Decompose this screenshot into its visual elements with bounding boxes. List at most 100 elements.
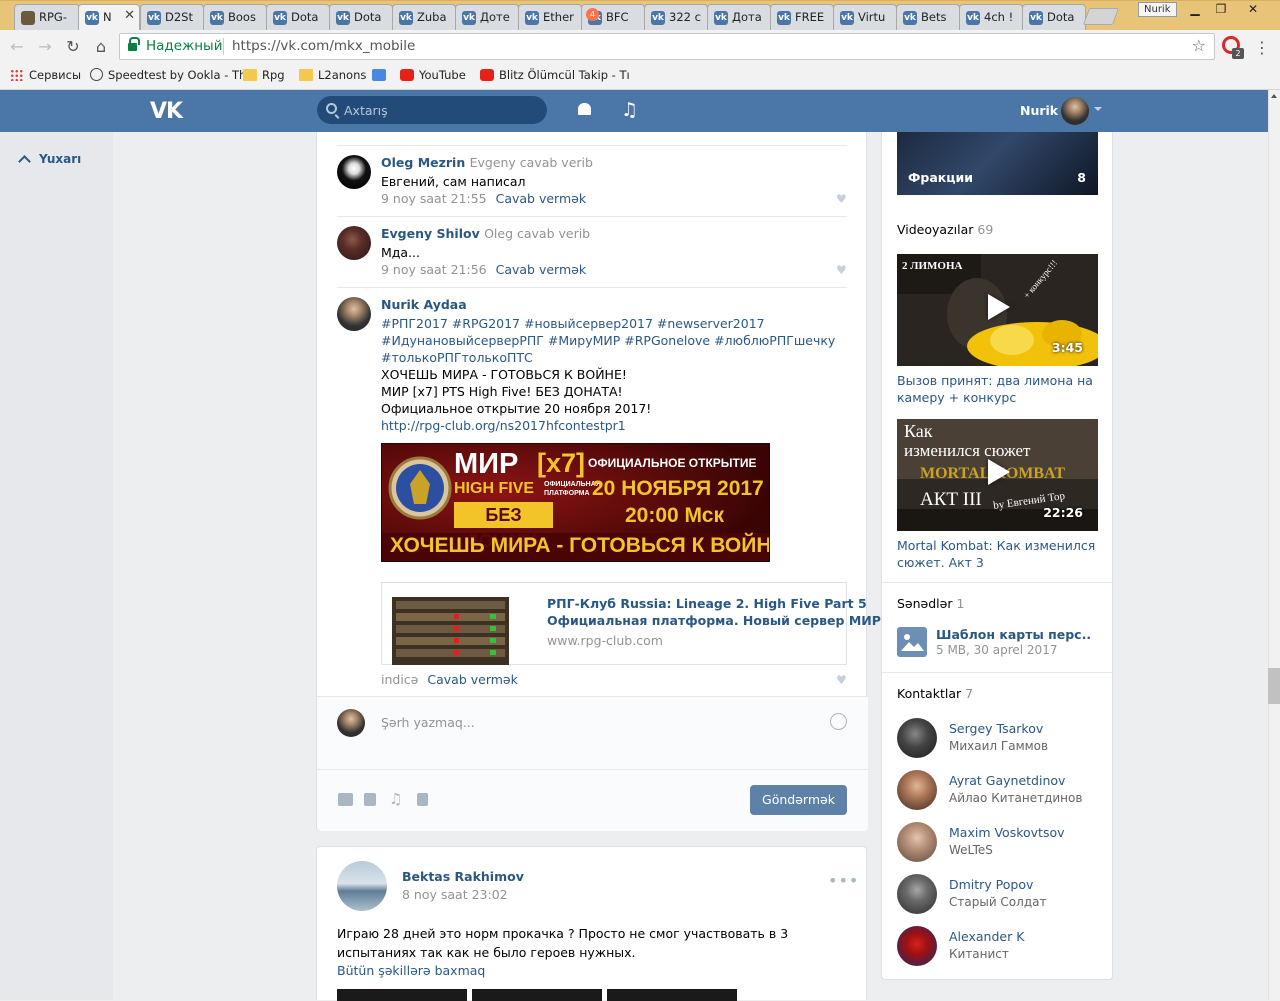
hashtags-line[interactable]: #ИдунановыйсерверРПГ #МируМИР #RPGonelov… <box>381 332 835 349</box>
contacts-section-header[interactable]: Kontaktlar 7 <box>897 686 973 701</box>
bookmark-speedtest[interactable]: Speedtest by Ookla - Th <box>90 68 246 82</box>
browser-tab-active[interactable]: vk N ✕ <box>78 4 140 30</box>
reply-link[interactable]: Cavab vermək <box>496 191 586 206</box>
browser-tab[interactable]: vk Bets <box>896 4 960 30</box>
show-all-images-link[interactable]: Bütün şəkillərə baxmaq <box>337 963 485 978</box>
video-title[interactable]: Вызов принят: два лимона на камеру + кон… <box>897 372 1097 406</box>
contact-avatar[interactable] <box>897 718 937 758</box>
bookmark-blitz[interactable]: Blitz Ölümcül Takip - Tı <box>480 68 630 82</box>
video-title[interactable]: Mortal Kombat: Как изменился сюжет. Акт … <box>897 537 1097 571</box>
audio-note-icon[interactable]: ♫ <box>389 792 402 807</box>
contact-avatar[interactable] <box>897 874 937 914</box>
scroll-to-top-button[interactable]: Yuxarı <box>18 152 81 168</box>
browser-tab[interactable]: vk Boos <box>203 4 267 30</box>
hashtags-line[interactable]: #РПГ2017 #RPG2017 #новыйсервер2017 #news… <box>381 315 835 332</box>
post-image[interactable] <box>472 989 602 1001</box>
send-comment-button[interactable]: Göndərmək <box>750 785 847 815</box>
contact-item[interactable]: Maxim Voskovtsov WeLTeS <box>897 822 1107 862</box>
fractions-album[interactable]: Фракции 8 <box>897 132 1098 195</box>
composer-avatar[interactable] <box>337 709 365 737</box>
like-heart-icon[interactable]: ♥ <box>836 264 847 276</box>
post-image[interactable] <box>607 989 737 1001</box>
new-tab-button[interactable] <box>1082 8 1120 25</box>
like-heart-icon[interactable]: ♥ <box>836 674 847 686</box>
bookmark-folder-l2anons[interactable]: L2anons <box>299 68 366 82</box>
scrollbar-thumb[interactable] <box>1268 668 1280 704</box>
home-icon[interactable]: ⌂ <box>90 36 112 58</box>
hashtags-line[interactable]: #толькоРПГтолькоПТС <box>381 349 835 366</box>
promo-banner-image[interactable]: МИР [x7] ОФИЦИАЛЬНОЕ ОТКРЫТИЕ HIGH FIVE … <box>381 443 770 562</box>
bookmark-folder-rpg[interactable]: Rpg <box>243 68 285 82</box>
music-note-icon[interactable]: ♫ <box>621 99 638 121</box>
image-document-icon[interactable] <box>897 627 927 657</box>
videos-section-header[interactable]: Videoyazılar 69 <box>897 222 993 237</box>
comment-avatar[interactable] <box>337 297 371 331</box>
notifications-bell-icon[interactable] <box>577 102 592 117</box>
browser-tab[interactable]: vk FREE <box>770 4 834 30</box>
browser-tab[interactable]: vk Virtu <box>833 4 897 30</box>
contact-item[interactable]: Ayrat Gaynetdinov Айлао Китанетдинов <box>897 770 1107 810</box>
minimize-icon[interactable]: ▁ <box>1182 1 1208 18</box>
vk-logo[interactable]: VK <box>150 99 183 124</box>
emoji-smile-icon[interactable] <box>830 713 847 730</box>
contact-item[interactable]: Dmitry Popov Старый Солдат <box>897 874 1107 914</box>
contact-avatar[interactable] <box>897 822 937 862</box>
scroll-up-arrow-icon[interactable] <box>1271 94 1277 98</box>
header-username[interactable]: Nurik <box>1020 103 1058 118</box>
docs-section-header[interactable]: Sənədlər 1 <box>897 596 964 611</box>
search-input[interactable] <box>344 101 534 119</box>
contact-name[interactable]: Sergey Tsarkov <box>949 721 1043 736</box>
link-preview-card[interactable]: РПГ-Клуб Russia: Lineage 2. High Five Pa… <box>381 582 887 665</box>
comment-avatar[interactable] <box>337 155 371 189</box>
document-icon[interactable] <box>417 793 428 806</box>
post-author-avatar[interactable] <box>337 861 387 911</box>
comment-date[interactable]: 9 noy saat 21:56 <box>381 262 487 277</box>
search-box[interactable] <box>317 96 547 124</box>
browser-tab[interactable]: vk D2St <box>140 4 204 30</box>
contact-name[interactable]: Ayrat Gaynetdinov <box>949 773 1065 788</box>
post-image[interactable] <box>337 989 467 1001</box>
browser-tab[interactable]: vk 4ch ! <box>959 4 1023 30</box>
url-text[interactable]: https://vk.com/mkx_mobile <box>232 38 415 54</box>
bookmark-translate[interactable] <box>372 68 391 82</box>
play-icon[interactable] <box>988 294 1010 320</box>
video-film-icon[interactable] <box>364 793 376 806</box>
play-icon[interactable] <box>988 459 1010 485</box>
contact-avatar[interactable] <box>897 926 937 966</box>
back-arrow-icon[interactable]: ← <box>6 36 28 58</box>
forward-arrow-icon[interactable]: → <box>34 36 56 58</box>
bookmark-star-icon[interactable]: ☆ <box>1192 36 1206 55</box>
contact-name[interactable]: Alexander K <box>949 929 1024 944</box>
browser-tab[interactable]: vk Дота <box>707 4 771 30</box>
contact-name[interactable]: Maxim Voskovtsov <box>949 825 1065 840</box>
browser-profile-chip[interactable]: Nurik <box>1138 2 1177 17</box>
browser-menu-icon[interactable]: ⋮ <box>1254 38 1270 57</box>
browser-tab[interactable]: vk Dota <box>329 4 393 30</box>
comment-author[interactable]: Nurik Aydaa <box>381 297 467 312</box>
contact-avatar[interactable] <box>897 770 937 810</box>
close-tab-icon[interactable]: ✕ <box>124 8 135 23</box>
reply-link[interactable]: Cavab vermək <box>496 262 586 277</box>
video-thumbnail[interactable]: Как изменился сюжет MORTAL KOMBAT АКТ II… <box>897 419 1098 531</box>
contact-name[interactable]: Dmitry Popov <box>949 877 1033 892</box>
bookmark-youtube[interactable]: YouTube <box>400 68 466 82</box>
comment-input[interactable] <box>381 713 801 731</box>
address-bar[interactable]: Надежный https://vk.com/mkx_mobile ☆ <box>119 33 1215 60</box>
browser-tab[interactable]: vk Dota <box>266 4 330 30</box>
chevron-down-icon[interactable] <box>1094 107 1102 111</box>
browser-tab[interactable]: vk Доте <box>455 4 519 30</box>
page-scrollbar[interactable] <box>1268 90 1280 1000</box>
restore-icon[interactable]: ❐ <box>1208 1 1234 18</box>
browser-tab[interactable]: vk Ether <box>518 4 582 30</box>
link-preview-title[interactable]: РПГ-Клуб Russia: Lineage 2. High Five Pa… <box>547 595 887 629</box>
post-author[interactable]: Bektas Rakhimov <box>402 869 524 884</box>
comment-author[interactable]: Oleg Mezrin Evgeny cavab verib <box>381 155 593 170</box>
contact-item[interactable]: Sergey Tsarkov Михаил Гаммов <box>897 718 1107 758</box>
more-options-icon[interactable]: ••• <box>828 871 859 890</box>
link-preview-host[interactable]: www.rpg-club.com <box>547 633 663 648</box>
comment-author[interactable]: Evgeny Shilov Oleg cavab verib <box>381 226 590 241</box>
comment-avatar[interactable] <box>337 226 371 260</box>
close-window-icon[interactable]: ✕ <box>1240 1 1266 18</box>
browser-tab[interactable]: vk Zuba <box>392 4 456 30</box>
browser-tab[interactable]: RPG- <box>14 4 80 30</box>
